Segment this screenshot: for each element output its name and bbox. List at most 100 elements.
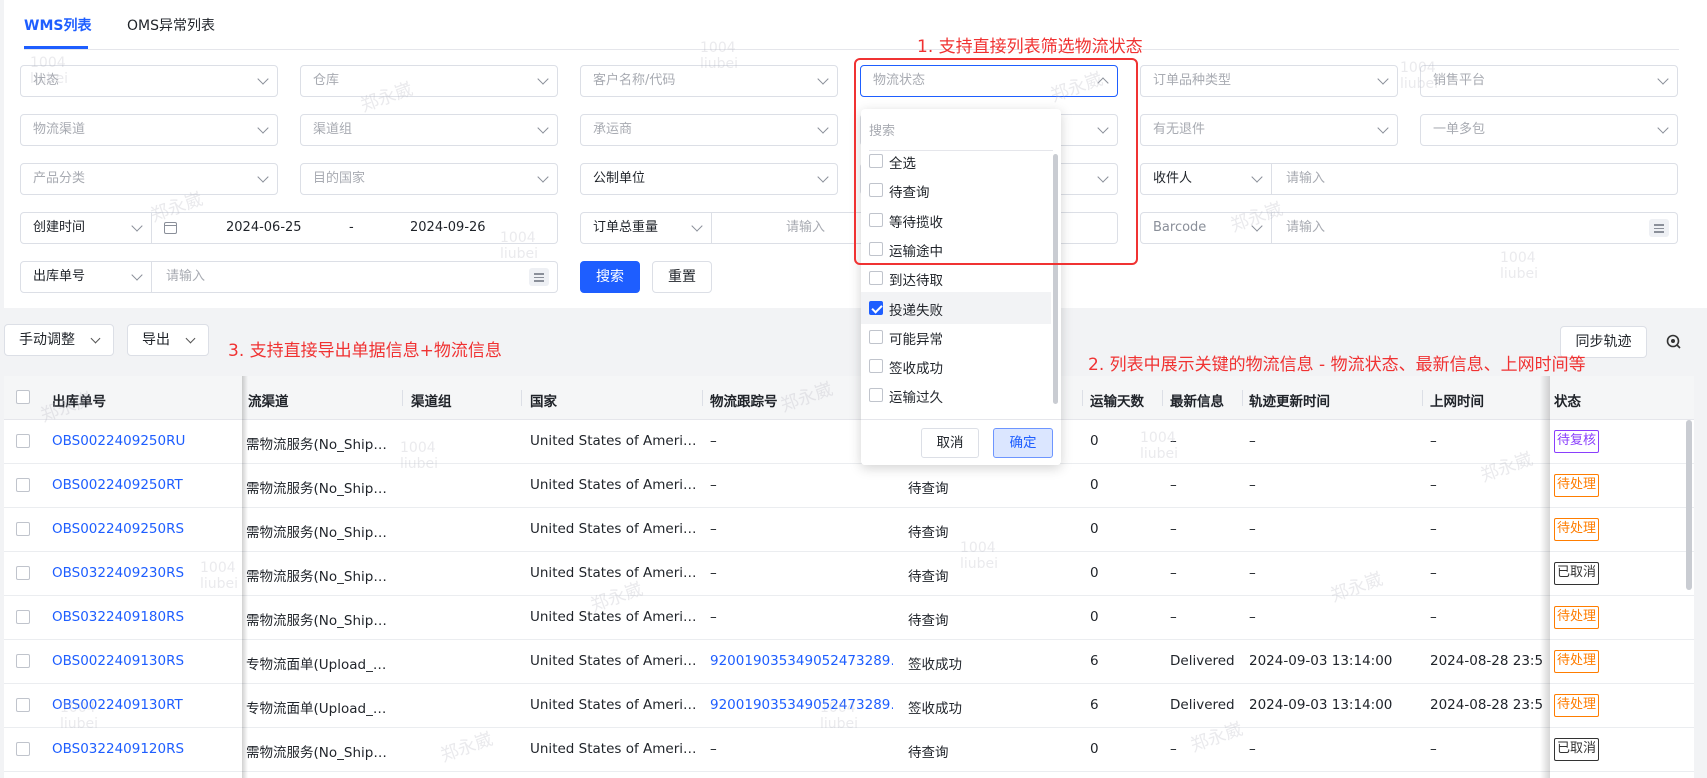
outbound-type-select[interactable]: 出库单号 xyxy=(20,261,152,293)
dropdown-confirm-button[interactable]: 确定 xyxy=(993,428,1053,458)
channel-cell: 专物流面单(Upload_… xyxy=(246,701,387,717)
option-checkbox[interactable] xyxy=(869,329,883,344)
sales-platform-select[interactable]: 销售平台 xyxy=(1420,65,1678,97)
carrier-select[interactable]: 承运商 xyxy=(580,114,838,146)
date-type-select[interactable]: 创建时间 xyxy=(20,212,152,244)
channel-group-select[interactable]: 渠道组 xyxy=(300,114,558,146)
tracking-no-cell[interactable]: 920019035349052473289… xyxy=(710,653,893,669)
table-row[interactable]: OBS0022409250RU 需物流服务(No_Ship… United Stat… xyxy=(4,420,1694,464)
chevron-down-icon xyxy=(90,333,101,344)
table-scrollbar[interactable] xyxy=(1686,420,1692,590)
date-end-value[interactable]: 2024-09-26 xyxy=(410,213,486,243)
outbound-no-link[interactable]: OBS0322409230RS xyxy=(52,565,232,581)
dest-country-select[interactable]: 目的国家 xyxy=(300,163,558,195)
channel-cell: 需物流服务(No_Ship… xyxy=(246,613,387,629)
unit-select[interactable]: 公制单位 xyxy=(580,163,838,195)
chevron-down-icon xyxy=(817,73,829,85)
row-checkbox[interactable] xyxy=(16,610,30,624)
channel-group-select-placeholder: 渠道组 xyxy=(313,122,353,137)
search-button[interactable]: 搜索 xyxy=(580,261,640,293)
outbound-no-link[interactable]: OBS0022409250RT xyxy=(52,477,232,493)
tracking-no-cell[interactable]: 920019035349052473289… xyxy=(710,697,893,713)
export-button[interactable]: 导出 xyxy=(127,324,209,356)
outbound-no-link[interactable]: OBS0022409250RU xyxy=(52,433,232,449)
manual-adjust-button[interactable]: 手动调整 xyxy=(4,324,114,356)
tab-oms-exception-list[interactable]: OMS异常列表 xyxy=(127,15,215,35)
dropdown-cancel-button[interactable]: 取消 xyxy=(921,428,979,458)
outbound-type-value: 出库单号 xyxy=(33,269,86,284)
column-divider xyxy=(1242,390,1243,406)
column-divider xyxy=(1082,390,1083,406)
receiver-input-placeholder: 请输入 xyxy=(1286,171,1326,186)
has-return-select[interactable]: 有无退件 xyxy=(1140,114,1398,146)
customer-select[interactable]: 客户名称/代码 xyxy=(580,65,838,97)
channel-cell: 专物流面单(Upload_… xyxy=(246,657,387,673)
outbound-no-link[interactable]: OBS0022409130RS xyxy=(52,653,232,669)
column-divider xyxy=(1422,390,1423,406)
date-start-value[interactable]: 2024-06-25 xyxy=(226,213,302,243)
outbound-no-input[interactable]: 请输入 xyxy=(152,261,558,293)
table-row[interactable]: OBS0322409180RS 需物流服务(No_Ship… United Stat… xyxy=(4,596,1694,640)
reset-button[interactable]: 重置 xyxy=(652,261,712,293)
export-label: 导出 xyxy=(142,332,170,348)
transit-days-cell: 6 xyxy=(1090,697,1099,713)
track-update-cell: – xyxy=(1249,741,1256,757)
table-row[interactable]: OBS0022409250RS 需物流服务(No_Ship… United Stat… xyxy=(4,508,1694,552)
tracking-no-cell: – xyxy=(710,477,717,493)
chevron-down-icon xyxy=(131,220,143,232)
barcode-input[interactable]: 请输入 xyxy=(1272,212,1678,244)
row-checkbox[interactable] xyxy=(16,654,30,668)
option-checkbox[interactable] xyxy=(869,359,883,374)
option-checkbox[interactable] xyxy=(869,271,883,286)
option-checkbox[interactable] xyxy=(869,300,883,315)
row-checkbox[interactable] xyxy=(16,742,30,756)
table-row[interactable]: OBS0322409230RS 需物流服务(No_Ship… United Stat… xyxy=(4,552,1694,596)
weight-type-select[interactable]: 订单总重量 xyxy=(580,212,712,244)
row-checkbox[interactable] xyxy=(16,522,30,536)
dropdown-footer: 取消 确定 xyxy=(861,419,1061,465)
table-row[interactable]: OBS0022409250RT 需物流服务(No_Ship… United Stat… xyxy=(4,464,1694,508)
table-row[interactable]: OBS0322409120RS 需物流服务(No_Ship… United Stat… xyxy=(4,728,1694,772)
chevron-down-icon xyxy=(185,333,196,344)
warehouse-select[interactable]: 仓库 xyxy=(300,65,558,97)
status-select[interactable]: 状态 xyxy=(20,65,278,97)
tab-wms-list[interactable]: WMS列表 xyxy=(24,15,91,35)
receiver-input[interactable]: 请输入 xyxy=(1272,163,1678,195)
row-checkbox[interactable] xyxy=(16,566,30,580)
product-category-select[interactable]: 产品分类 xyxy=(20,163,278,195)
multi-package-select[interactable]: 一单多包 xyxy=(1420,114,1678,146)
outbound-no-link[interactable]: OBS0322409120RS xyxy=(52,741,232,757)
latest-info-cell: – xyxy=(1170,477,1177,493)
annotation-note-1: 1. 支持直接列表筛选物流状态 xyxy=(917,37,1143,57)
dropdown-option[interactable]: 签收成功 xyxy=(861,350,1051,382)
outbound-no-link[interactable]: OBS0322409180RS xyxy=(52,609,232,625)
row-checkbox[interactable] xyxy=(16,478,30,492)
table-row[interactable]: OBS0022409130RS 专物流面单(Upload_… United Stat… xyxy=(4,640,1694,684)
dropdown-option[interactable]: 可能异常 xyxy=(861,321,1051,353)
logistics-channel-select[interactable]: 物流渠道 xyxy=(20,114,278,146)
receiver-type-select[interactable]: 收件人 xyxy=(1140,163,1272,195)
dropdown-option[interactable]: 到达待取 xyxy=(861,262,1051,294)
latest-info-cell: Delivered xyxy=(1170,697,1235,713)
unit-select-value: 公制单位 xyxy=(593,171,646,186)
outbound-no-link[interactable]: OBS0022409250RS xyxy=(52,521,232,537)
sales-platform-select-placeholder: 销售平台 xyxy=(1433,73,1486,88)
channel-cell: 需物流服务(No_Ship… xyxy=(246,481,387,497)
option-checkbox[interactable] xyxy=(869,388,883,403)
select-all-checkbox[interactable] xyxy=(16,390,30,404)
row-checkbox[interactable] xyxy=(16,698,30,712)
barcode-type-select[interactable]: Barcode xyxy=(1140,212,1272,244)
batch-input-icon[interactable] xyxy=(529,268,549,286)
date-range-picker[interactable]: 2024-06-25 - 2024-09-26 xyxy=(152,212,558,244)
outbound-no-link[interactable]: OBS0022409130RT xyxy=(52,697,232,713)
dropdown-option[interactable]: 运输过久 xyxy=(861,379,1051,411)
row-checkbox[interactable] xyxy=(16,434,30,448)
logistics-status-cell: 待查询 xyxy=(908,613,949,629)
table-row[interactable]: OBS0022409130RT 专物流面单(Upload_… United Stat… xyxy=(4,684,1694,728)
column-settings-icon[interactable] xyxy=(1665,333,1681,349)
logistics-status-cell: 待查询 xyxy=(908,481,949,497)
dropdown-option[interactable]: 投递失败 xyxy=(861,291,1051,324)
order-type-select[interactable]: 订单品种类型 xyxy=(1140,65,1398,97)
status-badge: 待处理 xyxy=(1554,694,1600,717)
batch-input-icon[interactable] xyxy=(1649,219,1669,237)
